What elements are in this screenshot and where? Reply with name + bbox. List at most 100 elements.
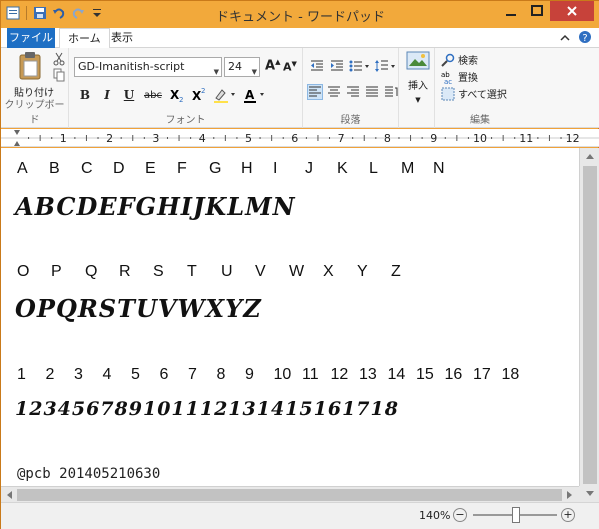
glyph-label: D xyxy=(113,160,125,177)
bold-button[interactable]: B xyxy=(77,86,93,104)
scroll-up-icon[interactable] xyxy=(585,152,595,160)
highlight-icon[interactable] xyxy=(213,86,237,104)
glyph-label: 8 xyxy=(216,366,226,383)
editing-group-label: 編集 xyxy=(470,115,490,126)
svg-text:A: A xyxy=(245,88,255,102)
replace-button[interactable]: ab ac 置換 xyxy=(441,69,478,85)
paste-button[interactable]: 貼り付け xyxy=(9,51,54,99)
insert-group: 挿入 ▼ xyxy=(399,48,435,128)
paragraph-row-1 xyxy=(309,58,397,74)
ruler-number: 11 xyxy=(519,132,533,145)
cut-icon[interactable] xyxy=(53,52,65,69)
document-area[interactable]: ABCDEFGHIJKLMN ABCDEFGHIJKLMN OPQRSTUVWX… xyxy=(1,148,579,486)
collapse-ribbon-icon[interactable] xyxy=(560,32,570,45)
glyph-label: G xyxy=(209,160,222,177)
scroll-left-icon[interactable] xyxy=(5,490,13,500)
help-icon[interactable]: ? xyxy=(578,30,592,47)
glyph-label: 18 xyxy=(501,366,520,383)
superscript-icon[interactable]: X2 xyxy=(191,86,207,104)
glyph-label: O xyxy=(17,263,30,280)
horizontal-scrollbar[interactable] xyxy=(1,486,579,502)
glyph-label: 10 xyxy=(273,366,292,383)
insert-picture-icon xyxy=(406,51,430,70)
scroll-down-icon[interactable] xyxy=(585,490,595,498)
horizontal-scroll-thumb[interactable] xyxy=(17,489,562,501)
vertical-scrollbar[interactable] xyxy=(579,148,599,486)
justify-icon[interactable] xyxy=(364,84,380,100)
zoom-slider-thumb[interactable] xyxy=(512,507,520,523)
signature-timestamp: @pcb 201405210630 xyxy=(17,466,161,482)
font-color-icon[interactable]: A xyxy=(243,86,267,104)
grow-font-button[interactable]: A▲ xyxy=(265,58,280,73)
replace-icon: abac xyxy=(441,71,452,84)
zoom-level: 140% xyxy=(419,509,451,522)
glyph-label: L xyxy=(369,160,378,177)
clipboard-group-label: クリップボード xyxy=(4,100,65,126)
script-glyphs-o-z: OPQRSTUVWXYZ xyxy=(15,294,262,323)
find-label: 検索 xyxy=(458,56,478,67)
italic-button[interactable]: I xyxy=(99,86,115,104)
ruler-number: 4 xyxy=(199,132,206,145)
glyph-label: 17 xyxy=(473,366,491,383)
align-right-icon[interactable] xyxy=(345,84,361,100)
svg-text:ac: ac xyxy=(444,78,452,84)
align-left-icon[interactable] xyxy=(307,84,323,100)
subscript-icon[interactable]: X2 xyxy=(169,86,185,104)
select-all-button[interactable]: すべて選択 xyxy=(441,86,507,101)
glyph-label: S xyxy=(153,263,164,280)
glyph-label: E xyxy=(145,160,156,177)
align-center-icon[interactable] xyxy=(326,84,342,100)
script-glyphs-a-n: ABCDEFGHIJKLMN xyxy=(15,192,296,221)
glyph-label: R xyxy=(119,263,131,280)
font-size-select[interactable]: 24 ▼ xyxy=(224,57,260,77)
format-row: B I U abc X2 X2 A xyxy=(77,86,267,104)
underline-button[interactable]: U xyxy=(121,86,137,104)
ruler[interactable]: 1 2 3 4 5 6 7 8 9 10 11 12 xyxy=(1,129,599,147)
glyph-label: A xyxy=(17,160,28,177)
glyph-label: V xyxy=(255,263,266,280)
insert-button[interactable]: 挿入 ▼ xyxy=(404,50,432,105)
minimize-icon[interactable] xyxy=(498,1,524,21)
increase-indent-icon[interactable] xyxy=(329,58,345,74)
zoom-out-button[interactable]: − xyxy=(453,508,467,522)
strikethrough-button[interactable]: abc xyxy=(143,86,163,104)
shrink-font-button[interactable]: A▼ xyxy=(283,60,297,74)
ruler-number: 8 xyxy=(384,132,391,145)
letters-o-z-row: O P Q R S T U V W X Y Z xyxy=(17,263,425,281)
title-bar: ドキュメント - ワードパッド xyxy=(1,1,599,28)
font-group: GD-Imanitish-script ▼ 24 ▼ A▲ A▼ B I U a… xyxy=(69,48,303,128)
glyph-label: 9 xyxy=(245,366,254,383)
maximize-icon[interactable] xyxy=(524,1,550,21)
glyph-label: 13 xyxy=(359,366,377,383)
copy-icon[interactable] xyxy=(53,68,65,85)
glyph-label: M xyxy=(401,160,415,177)
close-icon[interactable] xyxy=(550,1,594,21)
scroll-right-icon[interactable] xyxy=(566,490,574,500)
ruler-number: 12 xyxy=(566,132,580,145)
ruler-number: 10 xyxy=(473,132,487,145)
paragraph-group: 段落 xyxy=(303,48,399,128)
bullet-list-icon[interactable] xyxy=(349,58,371,74)
find-button[interactable]: 検索 xyxy=(441,52,478,67)
glyph-label: H xyxy=(241,160,253,177)
paste-icon xyxy=(19,52,41,80)
glyph-label: X xyxy=(323,263,334,280)
select-all-label: すべて選択 xyxy=(458,90,507,101)
paragraph-settings-icon[interactable] xyxy=(383,84,399,100)
decrease-indent-icon[interactable] xyxy=(309,58,325,74)
zoom-in-button[interactable]: + xyxy=(561,508,575,522)
glyph-label: F xyxy=(177,160,187,177)
tab-view[interactable]: 表示 xyxy=(103,28,141,48)
chevron-down-icon: ▼ xyxy=(415,96,421,104)
line-spacing-icon[interactable] xyxy=(375,58,397,74)
svg-text:2: 2 xyxy=(179,96,183,103)
font-family-value: GD-Imanitish-script xyxy=(78,60,185,73)
vertical-scroll-thumb[interactable] xyxy=(583,166,597,484)
letters-a-n-row: A B C D E F G H I J K L M N xyxy=(17,160,465,178)
find-icon xyxy=(441,53,455,67)
tab-file[interactable]: ファイル xyxy=(7,28,55,48)
glyph-label: 2 xyxy=(45,366,55,383)
svg-text:2: 2 xyxy=(201,87,205,95)
font-family-select[interactable]: GD-Imanitish-script ▼ xyxy=(74,57,222,77)
glyph-label: 6 xyxy=(159,366,169,383)
